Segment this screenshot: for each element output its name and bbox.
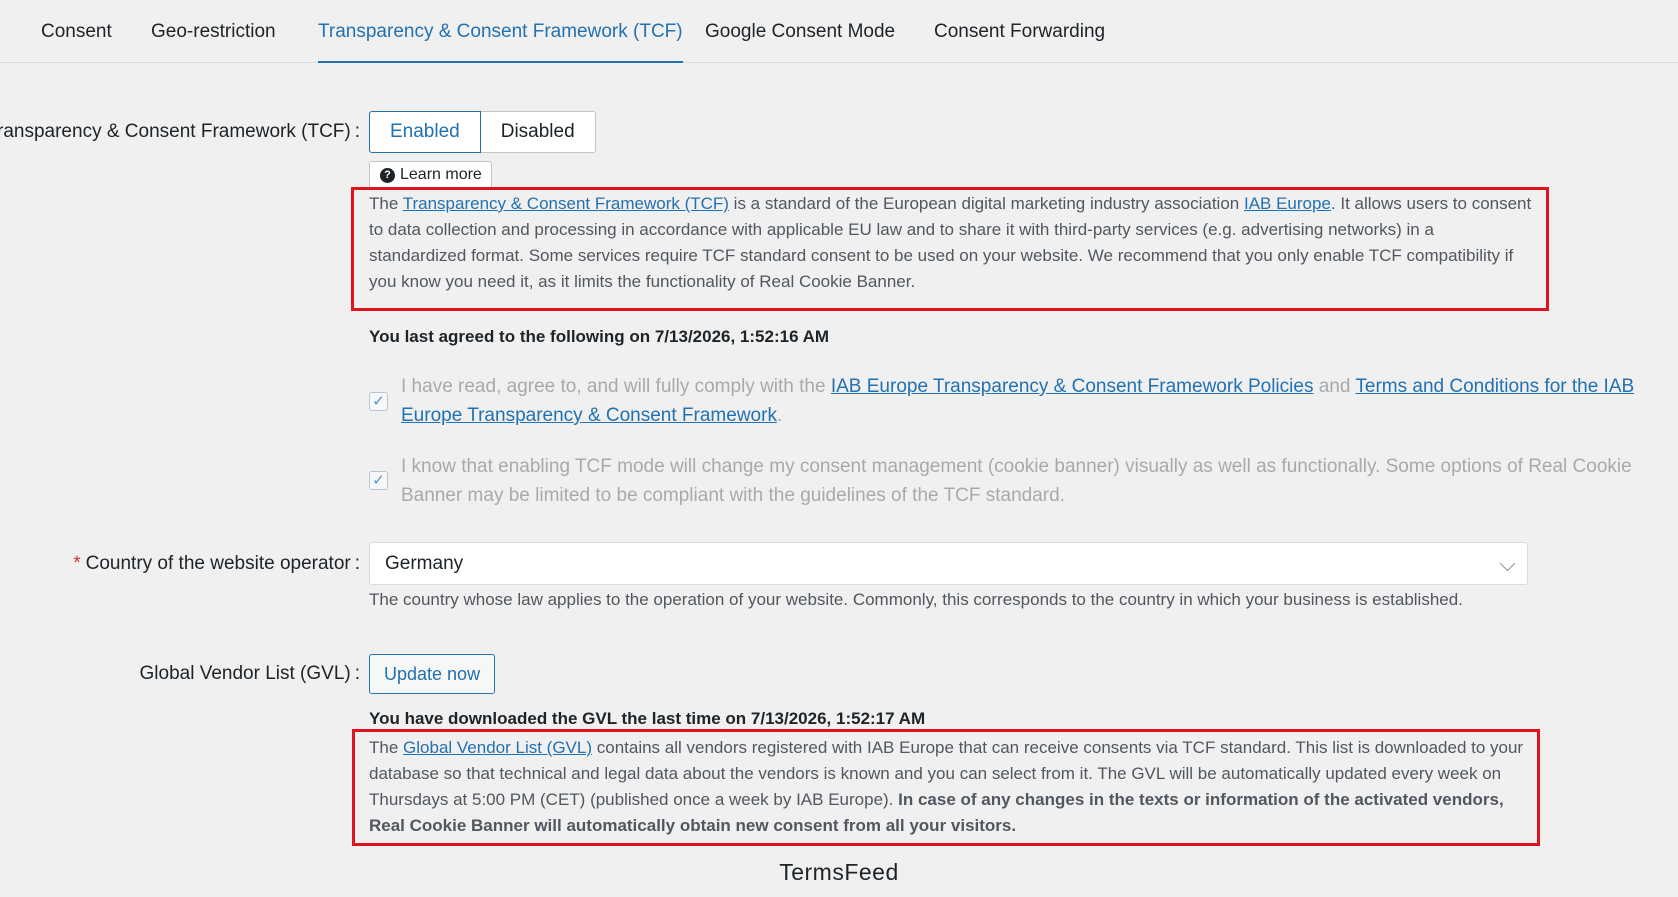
- policies-checkbox[interactable]: ✓: [369, 392, 388, 411]
- required-mark: *: [73, 553, 81, 574]
- tab-consent-forwarding[interactable]: Consent Forwarding: [934, 0, 1105, 62]
- checkbox-label-text: .: [776, 405, 783, 426]
- policies-checkbox-label: I have read, agree to, and will fully co…: [401, 372, 1666, 430]
- update-gvl-button[interactable]: Update now: [369, 654, 496, 694]
- checkbox-label-text: I have read, agree to, and will fully co…: [401, 376, 831, 397]
- last-agreed-text: You last agreed to the following on 7/13…: [369, 327, 830, 346]
- tcf-toggle: Enabled Disabled: [369, 111, 596, 153]
- tcf-policies-link[interactable]: IAB Europe Transparency & Consent Framew…: [831, 376, 1314, 397]
- highlight-box: [352, 729, 1540, 846]
- tab-geo-restriction[interactable]: Geo-restriction: [151, 0, 276, 62]
- tcf-enabled-button[interactable]: Enabled: [369, 111, 481, 153]
- tcf-disabled-button[interactable]: Disabled: [481, 112, 595, 152]
- tcf-label-text: Transparency & Consent Framework (TCF): [0, 121, 351, 142]
- learn-more-button[interactable]: ? Learn more: [369, 161, 492, 188]
- question-icon: ?: [380, 167, 395, 183]
- check-icon: ✓: [372, 472, 385, 489]
- learn-more-label: Learn more: [400, 166, 482, 183]
- label-colon: :: [354, 663, 360, 684]
- tab-tcf[interactable]: Transparency & Consent Framework (TCF): [318, 0, 683, 63]
- tcf-mode-checkbox[interactable]: ✓: [369, 471, 388, 490]
- tab-consent[interactable]: Consent: [41, 0, 112, 62]
- country-select[interactable]: Germany: [369, 542, 1528, 585]
- country-help: The country whose law applies to the ope…: [369, 590, 1463, 609]
- tcf-label: Transparency & Consent Framework (TCF):: [0, 121, 360, 143]
- checkbox-label-text: and: [1313, 376, 1356, 397]
- highlight-box: [351, 187, 1549, 311]
- settings-tabs: Consent Geo-restriction Transparency & C…: [0, 0, 1678, 63]
- check-icon: ✓: [372, 393, 385, 410]
- label-colon: :: [354, 553, 360, 574]
- chevron-down-icon: [1499, 555, 1516, 572]
- country-label-text: Country of the website operator: [85, 553, 351, 574]
- label-colon: :: [354, 121, 360, 142]
- tcf-mode-checkbox-label: I know that enabling TCF mode will chang…: [401, 456, 1632, 506]
- gvl-label: Global Vendor List (GVL):: [140, 663, 361, 685]
- tab-google-consent-mode[interactable]: Google Consent Mode: [705, 0, 895, 62]
- gvl-last-download: You have downloaded the GVL the last tim…: [369, 709, 926, 728]
- country-select-value: Germany: [385, 553, 464, 574]
- country-label: * Country of the website operator:: [73, 553, 360, 575]
- gvl-label-text: Global Vendor List (GVL): [139, 663, 351, 684]
- footer-watermark: TermsFeed: [779, 859, 899, 885]
